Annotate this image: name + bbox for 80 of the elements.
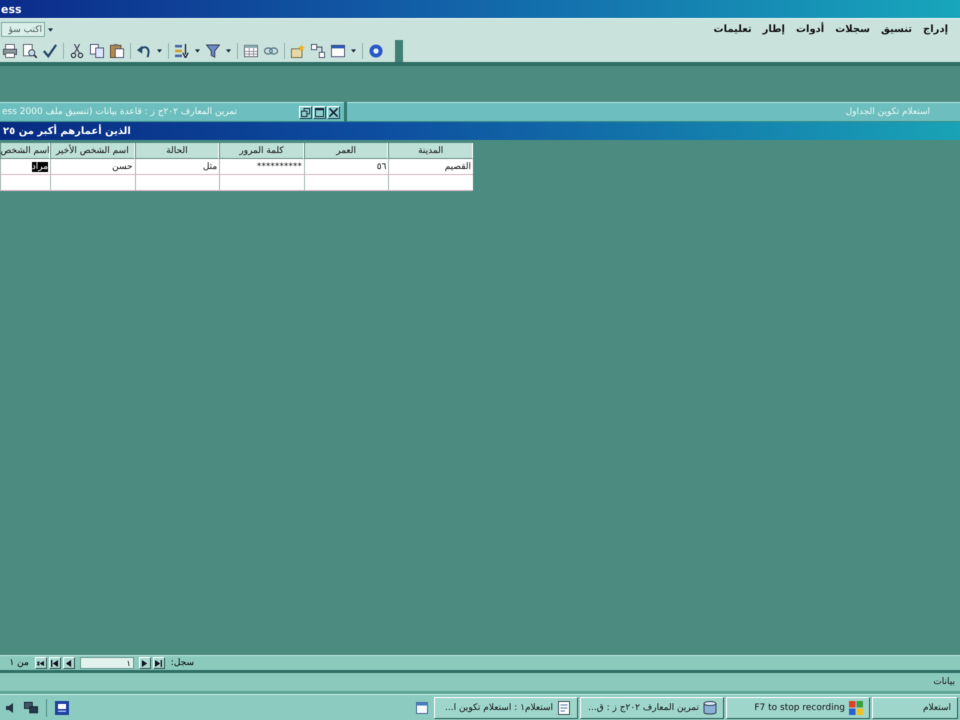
caret-icon[interactable] (48, 28, 53, 32)
column-header[interactable]: العمر (304, 143, 388, 159)
maximize-icon (315, 108, 324, 116)
four-squares-icon (849, 700, 863, 714)
help-icon[interactable] (369, 44, 383, 58)
last-arrow-icon (51, 660, 58, 666)
table-cell: ٥٦ (304, 159, 388, 175)
menu-item[interactable]: سجلات (835, 24, 870, 35)
caret-icon[interactable] (157, 49, 162, 53)
close-button[interactable] (327, 106, 340, 118)
funnel-icon[interactable] (206, 44, 220, 58)
check-mark-icon[interactable] (43, 44, 57, 58)
column-header[interactable]: الحالة (134, 143, 220, 159)
taskbar-button[interactable]: تمرين المعارف ٢٠٢ج ز : ق... (580, 696, 724, 718)
computers-icon[interactable] (24, 700, 38, 714)
printer-icon[interactable] (3, 44, 17, 58)
triangle-icon (65, 660, 72, 666)
new-record-cell[interactable] (50, 175, 135, 191)
new-record-cell[interactable] (304, 175, 388, 191)
record-number-field[interactable]: ١ (80, 657, 134, 669)
table-cell: حسن (50, 159, 135, 175)
menu-item[interactable]: تنسيق (880, 24, 912, 35)
status-text: بيانات (933, 677, 955, 687)
table-cell: القصيم (388, 159, 473, 175)
window-icon[interactable] (416, 702, 428, 714)
previous-record-button[interactable] (138, 657, 151, 669)
menu-item[interactable]: إدراج (923, 24, 948, 35)
close-icon (329, 108, 338, 116)
document-icon (557, 700, 571, 714)
first-arrow-icon (155, 660, 162, 666)
caret-icon[interactable] (195, 49, 200, 53)
app-tile-icon[interactable] (55, 700, 69, 714)
taskbar-button[interactable]: F7 to stop recording (726, 696, 870, 718)
database-icon (703, 700, 717, 714)
restore-icon (301, 108, 310, 116)
new-record-cell[interactable] (388, 175, 473, 191)
column-header[interactable]: المدينة (388, 143, 473, 159)
window-title: استعلام تكوين الجداول (846, 107, 930, 117)
maximize-button[interactable] (313, 106, 326, 118)
window-icon[interactable] (331, 44, 345, 58)
menu-item[interactable]: إطار (762, 24, 785, 35)
table-cell: ********** (219, 159, 304, 175)
toolbar-handle[interactable] (395, 40, 403, 62)
undo-icon[interactable] (137, 44, 151, 58)
triangle-icon (141, 660, 148, 666)
scissors-icon[interactable] (70, 44, 84, 58)
clipboard-icon[interactable] (110, 44, 124, 58)
table-icon[interactable] (244, 44, 258, 58)
next-record-button[interactable] (62, 657, 75, 669)
new-record-arrow-icon (37, 660, 44, 666)
new-record-cell[interactable] (134, 175, 220, 191)
caret-icon[interactable] (351, 49, 356, 53)
menu-item[interactable]: أدوات (796, 24, 824, 35)
record-count: من ١ (9, 658, 29, 668)
taskbar-button[interactable]: استعلام (872, 696, 958, 718)
restore-button[interactable] (299, 106, 312, 118)
window-title: ess (0, 2, 22, 16)
taskbar-button[interactable]: استعلام١ : استعلام تكوين ا... (434, 696, 578, 718)
table-cell: مراد (0, 159, 50, 175)
caret-icon[interactable] (226, 49, 231, 53)
last-record-button[interactable] (48, 657, 61, 669)
page-magnifier-icon[interactable] (23, 44, 37, 58)
column-header[interactable]: اسم الشخص (0, 143, 50, 159)
column-header[interactable]: كلمة المرور (219, 143, 304, 159)
new-record-cell[interactable] (219, 175, 304, 191)
new-record-button[interactable] (34, 657, 47, 669)
help-question-field[interactable]: اكتب سؤ (1, 22, 45, 37)
new-record-cell[interactable] (0, 175, 50, 191)
sort-icon[interactable] (175, 44, 189, 58)
table-cell: مثل (134, 159, 220, 175)
window-title: الذين أعمارهم أكبر من ٢٥ (2, 126, 131, 136)
first-record-button[interactable] (152, 657, 165, 669)
record-label: سجل: (170, 658, 194, 668)
window-title: تمرين المعارف ٢٠٢ج ز : قاعدة بيانات (تنسيق ملف ess 2000 (1, 107, 238, 117)
relationship-icon[interactable] (311, 44, 325, 58)
star-box-icon[interactable] (291, 44, 305, 58)
speaker-icon[interactable] (6, 702, 16, 712)
menu-item[interactable]: تعليمات (714, 24, 752, 35)
copy-icon[interactable] (90, 44, 104, 58)
column-header[interactable]: اسم الشخص الأخير (50, 143, 135, 159)
